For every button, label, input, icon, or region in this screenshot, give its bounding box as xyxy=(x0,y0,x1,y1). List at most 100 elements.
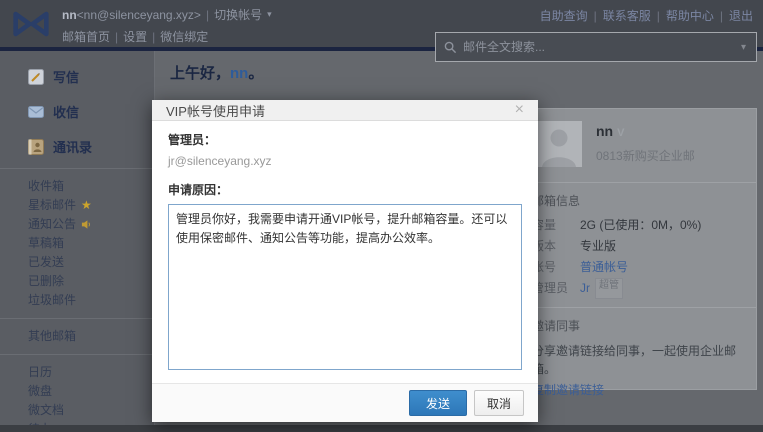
info-row-admin: 管理员 Jr 超管 xyxy=(532,278,756,299)
info-value: 2G (已使用：0M，0%) xyxy=(580,218,702,232)
user-name: nn xyxy=(62,7,77,22)
compose-pencil-icon xyxy=(28,68,44,85)
mailbox-info-rows: 容量 2G (已使用：0M，0%) 版本 专业版 帐号 普通帐号 管理员 Jr … xyxy=(524,213,756,308)
nav-settings[interactable]: 设置 xyxy=(123,28,147,45)
invite-title: 邀请同事 xyxy=(532,319,581,333)
separator: | xyxy=(205,7,210,22)
reason-label: 申请原因： xyxy=(168,183,229,197)
folder-label: 其他邮箱 xyxy=(28,329,77,343)
profile-section: nn V 0813新购买企业邮 xyxy=(524,109,756,183)
greeting-text: 上午好，nn。 xyxy=(170,62,263,83)
sidebar-item-other-mailbox[interactable]: 其他邮箱 xyxy=(0,327,154,346)
modal-header: VIP帐号使用申请 × xyxy=(152,100,538,121)
folder-label: 垃圾邮件 xyxy=(28,293,77,307)
sidebar-item-announcements[interactable]: 通知公告 xyxy=(0,215,154,234)
quick-self-query[interactable]: 自助查询 xyxy=(540,7,588,24)
sidebar-item-weipan[interactable]: 微盘 xyxy=(0,382,154,401)
cancel-button[interactable]: 取消 xyxy=(473,390,524,416)
sidebar-item-weidoc[interactable]: 微文档 xyxy=(0,401,154,420)
modal-body: 管理员： jr@silenceyang.xyz 申请原因： 管理员你好，我需要申… xyxy=(152,121,538,383)
profile-name-text: nn xyxy=(596,123,614,139)
star-icon: ★ xyxy=(81,198,92,212)
info-label: 版本 xyxy=(532,239,557,253)
admin-email-value: jr@silenceyang.xyz xyxy=(168,154,272,168)
switch-account-link[interactable]: 切换帐号 xyxy=(214,6,262,23)
quick-help-center[interactable]: 帮助中心 xyxy=(666,7,714,24)
sidebar-item-receive[interactable]: 收信 xyxy=(0,94,154,129)
info-label: 帐号 xyxy=(532,260,557,274)
app-label: 日历 xyxy=(28,365,53,379)
mailbox-info-title: 邮箱信息 xyxy=(532,194,581,208)
folder-label: 星标邮件 xyxy=(28,198,77,212)
mail-envelope-icon xyxy=(28,105,44,118)
folder-label: 已删除 xyxy=(28,274,65,288)
quick-contact-support[interactable]: 联系客服 xyxy=(603,7,651,24)
account-panel: nn V 0813新购买企业邮 邮箱信息 容量 2G (已使用：0M，0%) 版本… xyxy=(523,108,757,397)
send-button[interactable]: 发送 xyxy=(408,390,467,416)
avatar[interactable] xyxy=(536,121,582,167)
sidebar-item-contacts[interactable]: 通讯录 xyxy=(0,129,154,164)
info-row-account-type: 帐号 普通帐号 xyxy=(532,257,756,278)
mail-search-box: ▾ xyxy=(435,32,757,62)
folder-label: 已发送 xyxy=(28,255,65,269)
sidebar-item-inbox[interactable]: 收件箱 xyxy=(0,177,154,196)
search-input[interactable] xyxy=(463,40,739,54)
vip-apply-modal: VIP帐号使用申请 × 管理员： jr@silenceyang.xyz 申请原因… xyxy=(152,100,538,422)
sidebar-item-calendar[interactable]: 日历 xyxy=(0,363,154,382)
admin-name-link[interactable]: Jr xyxy=(580,278,590,299)
quick-logout[interactable]: 退出 xyxy=(729,7,753,24)
info-row-capacity: 容量 2G (已使用：0M，0%) xyxy=(532,215,756,236)
app-label: 微文档 xyxy=(28,403,65,417)
chevron-down-icon[interactable]: ▾ xyxy=(267,9,272,20)
sidebar-divider xyxy=(0,354,154,355)
exmail-logo-icon xyxy=(13,11,49,37)
exmail-page: nn<nn@silenceyang.xyz> | 切换帐号 ▾ 邮箱首页 | 设… xyxy=(0,0,763,432)
quick-links: 自助查询 | 联系客服 | 帮助中心 | 退出 xyxy=(540,7,753,24)
nav-wechat-bind[interactable]: 微信绑定 xyxy=(160,28,208,45)
info-row-edition: 版本 专业版 xyxy=(532,236,756,257)
contacts-book-icon xyxy=(28,138,44,155)
greeting-suffix: 。 xyxy=(248,65,264,82)
folder-label: 收件箱 xyxy=(28,179,65,193)
separator: | xyxy=(656,8,660,23)
nav-mail-home[interactable]: 邮箱首页 xyxy=(62,28,110,45)
profile-name: nn V xyxy=(596,123,624,139)
info-label: 容量 xyxy=(532,218,557,232)
copy-invite-link-label: 复制邀请链接 xyxy=(532,383,605,397)
close-icon[interactable]: × xyxy=(511,100,528,120)
speaker-icon xyxy=(81,220,90,229)
vip-icon[interactable]: V xyxy=(617,127,624,139)
separator: | xyxy=(115,29,119,44)
sidebar-item-deleted[interactable]: 已删除 xyxy=(0,272,154,291)
sidebar-item-compose[interactable]: 写信 xyxy=(0,59,154,94)
profile-org: 0813新购买企业邮 xyxy=(596,149,695,163)
super-admin-badge: 超管 xyxy=(595,278,623,299)
sidebar-item-starred[interactable]: 星标邮件 ★ xyxy=(0,196,154,215)
sidebar: 写信 收信 通讯录 收件箱 星标邮件 ★ 通知公告 草稿箱 已发送 已删除 垃圾… xyxy=(0,51,155,432)
user-block: nn<nn@silenceyang.xyz> | 切换帐号 ▾ 邮箱首页 | 设… xyxy=(62,6,272,45)
page-bottom-bar xyxy=(0,425,763,432)
separator: | xyxy=(719,8,723,23)
info-label: 管理员 xyxy=(532,281,569,295)
copy-invite-link[interactable]: 复制邀请链接 xyxy=(524,378,756,398)
greeting-prefix: 上午好， xyxy=(170,65,231,82)
modal-title: VIP帐号使用申请 xyxy=(166,103,265,119)
user-email: <nn@silenceyang.xyz> xyxy=(76,7,201,22)
sidebar-divider xyxy=(0,318,154,319)
sidebar-item-spam[interactable]: 垃圾邮件 xyxy=(0,291,154,310)
account-type-link[interactable]: 普通帐号 xyxy=(580,257,628,278)
sidebar-item-label: 写信 xyxy=(53,70,80,85)
sidebar-item-sent[interactable]: 已发送 xyxy=(0,253,154,272)
app-label: 微盘 xyxy=(28,384,53,398)
folder-label: 草稿箱 xyxy=(28,236,65,250)
sidebar-item-drafts[interactable]: 草稿箱 xyxy=(0,234,154,253)
search-icon xyxy=(444,41,457,53)
search-scope-caret-icon[interactable]: ▾ xyxy=(739,42,748,53)
modal-footer: 发送 取消 xyxy=(152,383,538,422)
sidebar-item-label: 通讯录 xyxy=(53,140,93,155)
folder-label: 通知公告 xyxy=(28,217,77,231)
sidebar-item-label: 收信 xyxy=(53,105,80,120)
sidebar-divider xyxy=(0,168,154,169)
reason-textarea[interactable]: 管理员你好，我需要申请开通VIP帐号，提升邮箱容量。还可以使用保密邮件、通知公告… xyxy=(168,204,522,370)
user-display: nn<nn@silenceyang.xyz> xyxy=(62,8,201,22)
